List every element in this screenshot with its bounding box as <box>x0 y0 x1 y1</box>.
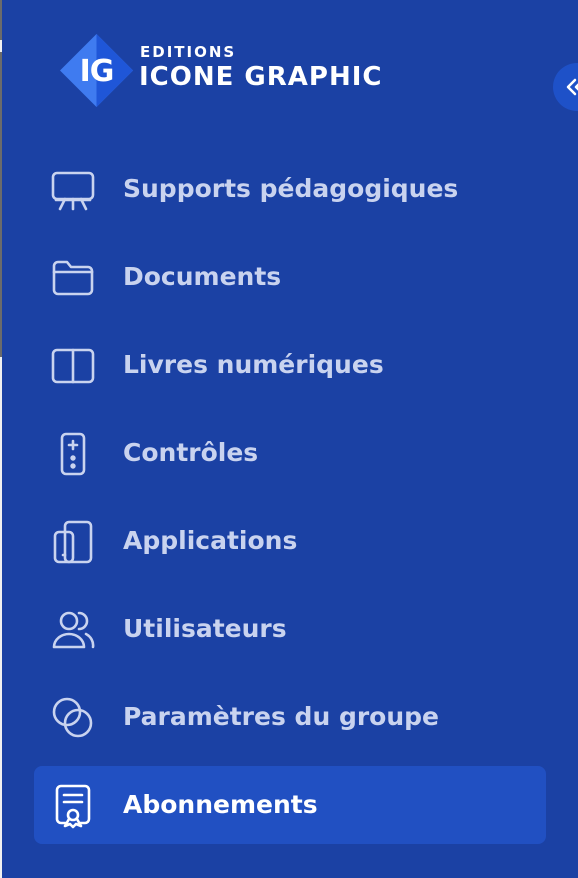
brand-logo[interactable]: IG EDITIONS ICONE GRAPHIC <box>60 34 460 107</box>
app-screen: IG EDITIONS ICONE GRAPHIC Supports pédag… <box>0 0 578 878</box>
sidebar: IG EDITIONS ICONE GRAPHIC Supports pédag… <box>2 0 578 878</box>
sidebar-item-label: Applications <box>123 526 298 555</box>
sidebar-item-abonnements[interactable]: Abonnements <box>34 766 546 844</box>
sidebar-item-utilisateurs[interactable]: Utilisateurs <box>34 590 546 668</box>
sidebar-item-controles[interactable]: Contrôles <box>34 414 546 492</box>
logo-mark-icon: IG <box>60 34 133 107</box>
game-controller-icon <box>50 431 96 477</box>
folder-icon <box>50 255 96 301</box>
sidebar-item-applications[interactable]: Applications <box>34 502 546 580</box>
sidebar-item-label: Livres numériques <box>123 350 384 379</box>
sidebar-item-label: Abonnements <box>123 790 318 819</box>
open-book-icon <box>50 343 96 389</box>
logo-monogram: IG <box>80 54 114 89</box>
sidebar-item-label: Paramètres du groupe <box>123 702 439 731</box>
devices-icon <box>50 519 96 565</box>
presentation-board-icon <box>50 167 96 213</box>
certificate-icon <box>50 783 96 829</box>
sidebar-item-label: Utilisateurs <box>123 614 287 643</box>
sidebar-item-label: Contrôles <box>123 438 259 467</box>
chevrons-left-icon <box>566 78 578 96</box>
sidebar-item-documents[interactable]: Documents <box>34 238 546 316</box>
collapse-sidebar-button[interactable] <box>553 63 578 111</box>
users-icon <box>50 607 96 653</box>
sidebar-item-supports-pedagogiques[interactable]: Supports pédagogiques <box>34 150 546 228</box>
overlapping-circles-icon <box>50 695 96 741</box>
sidebar-item-parametres-du-groupe[interactable]: Paramètres du groupe <box>34 678 546 756</box>
brand-subtitle: EDITIONS <box>140 43 237 61</box>
sidebar-item-livres-numeriques[interactable]: Livres numériques <box>34 326 546 404</box>
sidebar-item-label: Documents <box>123 262 282 291</box>
sidebar-item-label: Supports pédagogiques <box>123 174 459 203</box>
brand-name: ICONE GRAPHIC <box>139 62 383 92</box>
